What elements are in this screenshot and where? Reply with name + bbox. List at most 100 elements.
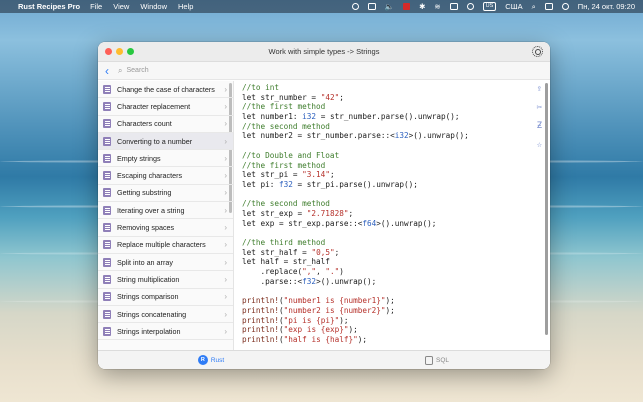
- chevron-right-icon: ›: [224, 257, 227, 267]
- title-bar: Work with simple types -> Strings: [98, 42, 550, 62]
- sidebar-item-label: Strings comparison: [117, 292, 179, 302]
- recipe-icon: [103, 188, 111, 198]
- sidebar-item[interactable]: Change the case of characters ›: [98, 81, 233, 99]
- user-icon[interactable]: [466, 3, 474, 10]
- recording-icon[interactable]: [403, 3, 411, 10]
- sidebar-item[interactable]: Empty strings ›: [98, 150, 233, 168]
- messages-icon[interactable]: [367, 3, 376, 10]
- sidebar-item-label: Replace multiple characters: [117, 240, 206, 250]
- share-icon[interactable]: ⇪: [537, 84, 542, 95]
- sidebar-item[interactable]: Escaping characters ›: [98, 167, 233, 185]
- code-view[interactable]: ⇪ ✂ Ƶ ☆ //to int let str_number = "42";//…: [233, 81, 550, 350]
- sidebar-item-label: Character replacement: [117, 101, 191, 111]
- chevron-right-icon: ›: [224, 326, 227, 336]
- back-chevron-icon[interactable]: ‹: [100, 64, 114, 78]
- code-toolbar: ⇪ ✂ Ƶ ☆: [537, 84, 542, 151]
- code-line: let number2 = str_number.parse::<i32>().…: [242, 131, 469, 141]
- sidebar-item-label: Strings concatenating: [117, 309, 187, 319]
- sidebar-item[interactable]: Strings interpolation ›: [98, 323, 233, 341]
- zoom-window-button[interactable]: [127, 48, 134, 55]
- sidebar-item[interactable]: Strings concatenating ›: [98, 306, 233, 324]
- sidebar-item-partial[interactable]: [98, 340, 233, 350]
- sidebar-item[interactable]: Replace multiple characters ›: [98, 237, 233, 254]
- search-input[interactable]: Search: [126, 67, 148, 74]
- sidebar-item[interactable]: Converting to a number ›: [98, 132, 233, 151]
- sidebar-item-label: Getting substring: [117, 188, 172, 198]
- menu-window[interactable]: Window: [140, 2, 167, 11]
- sidebar-item[interactable]: Iterating over a string ›: [98, 202, 233, 220]
- battery-icon[interactable]: [449, 3, 458, 10]
- sidebar-item[interactable]: Strings comparison ›: [98, 289, 233, 306]
- menu-clock[interactable]: Пн, 24 окт. 09:20: [578, 2, 635, 11]
- code-line: println!("exp is {exp}");: [242, 325, 358, 335]
- recipe-icon: [103, 205, 111, 215]
- chevron-right-icon: ›: [224, 309, 227, 319]
- app-window: Work with simple types -> Strings ‹ ⌕ Se…: [98, 42, 550, 369]
- input-source-label[interactable]: США: [505, 2, 522, 11]
- code-line: //the third method: [242, 238, 326, 247]
- code-line: //the first method: [242, 160, 326, 170]
- chevron-right-icon: ›: [224, 101, 227, 111]
- chevron-right-icon: ›: [224, 171, 227, 181]
- scissors-icon[interactable]: ✂: [537, 103, 542, 114]
- text-format-icon[interactable]: Ƶ: [537, 122, 542, 132]
- recipe-icon: [103, 257, 111, 267]
- code-line: let str_number = "42";: [242, 92, 344, 102]
- menu-file[interactable]: File: [90, 2, 102, 11]
- creative-cloud-icon[interactable]: [351, 3, 359, 10]
- menu-bar: Rust Recipes Pro File View Window Help 🔈…: [0, 0, 643, 13]
- sidebar-item[interactable]: Character replacement ›: [98, 98, 233, 116]
- close-window-button[interactable]: [105, 48, 112, 55]
- chevron-right-icon: ›: [224, 84, 227, 94]
- sidebar-item[interactable]: Characters count ›: [98, 116, 233, 133]
- recipe-icon: [103, 240, 111, 250]
- rust-icon: R: [197, 355, 208, 365]
- sidebar-item-label: Converting to a number: [117, 136, 193, 146]
- sidebar-item[interactable]: Getting substring ›: [98, 185, 233, 203]
- sidebar-item-label: Split into an array: [117, 257, 173, 267]
- control-center-icon[interactable]: [544, 3, 553, 10]
- app-menu[interactable]: Rust Recipes Pro: [18, 2, 80, 11]
- spotlight-icon[interactable]: ⌕: [532, 2, 536, 12]
- sidebar-item-label: Removing spaces: [117, 223, 175, 233]
- siri-icon[interactable]: [561, 3, 569, 10]
- code-line: let pi: f32 = str_pi.parse().unwrap();: [242, 179, 418, 189]
- gear-icon[interactable]: [532, 46, 543, 57]
- code-line: .replace(",", "."): [242, 267, 344, 277]
- recipe-icon: [103, 223, 111, 233]
- chevron-right-icon: ›: [224, 292, 227, 302]
- code-line: let str_exp = "2.71828";: [242, 208, 354, 218]
- sidebar-item[interactable]: String multiplication ›: [98, 271, 233, 289]
- wifi-icon[interactable]: ≋: [434, 2, 440, 11]
- menu-help[interactable]: Help: [178, 2, 193, 11]
- chevron-right-icon: ›: [224, 205, 227, 215]
- star-icon[interactable]: ☆: [537, 140, 542, 151]
- input-source-icon[interactable]: US: [482, 2, 497, 11]
- sidebar-item[interactable]: Split into an array ›: [98, 254, 233, 272]
- recipe-list[interactable]: Change the case of characters › Character …: [98, 81, 233, 350]
- recipe-icon: [103, 153, 111, 163]
- code-line: //the second method: [242, 199, 330, 209]
- sidebar-item-label: Characters count: [117, 119, 172, 129]
- chevron-right-icon: ›: [224, 188, 227, 198]
- menu-view[interactable]: View: [113, 2, 129, 11]
- recipe-icon: [103, 84, 111, 94]
- code-scrollbar[interactable]: [545, 83, 548, 335]
- tab-sql[interactable]: SQL: [324, 355, 550, 365]
- code-line: let str_pi = "3.14";: [242, 170, 335, 180]
- chevron-right-icon: ›: [224, 153, 227, 163]
- bluetooth-icon[interactable]: ✱: [419, 2, 425, 11]
- sidebar-item[interactable]: Removing spaces ›: [98, 219, 233, 237]
- chevron-right-icon: ›: [224, 223, 227, 233]
- recipe-icon: [103, 292, 111, 302]
- volume-icon[interactable]: 🔈: [385, 2, 394, 11]
- chevron-right-icon: ›: [224, 240, 227, 250]
- tab-rust[interactable]: R Rust: [98, 355, 324, 365]
- search-bar: ‹ ⌕ Search: [98, 62, 550, 80]
- minimize-window-button[interactable]: [116, 48, 123, 55]
- recipe-icon: [103, 136, 111, 146]
- code-line: println!("pi is {pi}");: [242, 315, 349, 325]
